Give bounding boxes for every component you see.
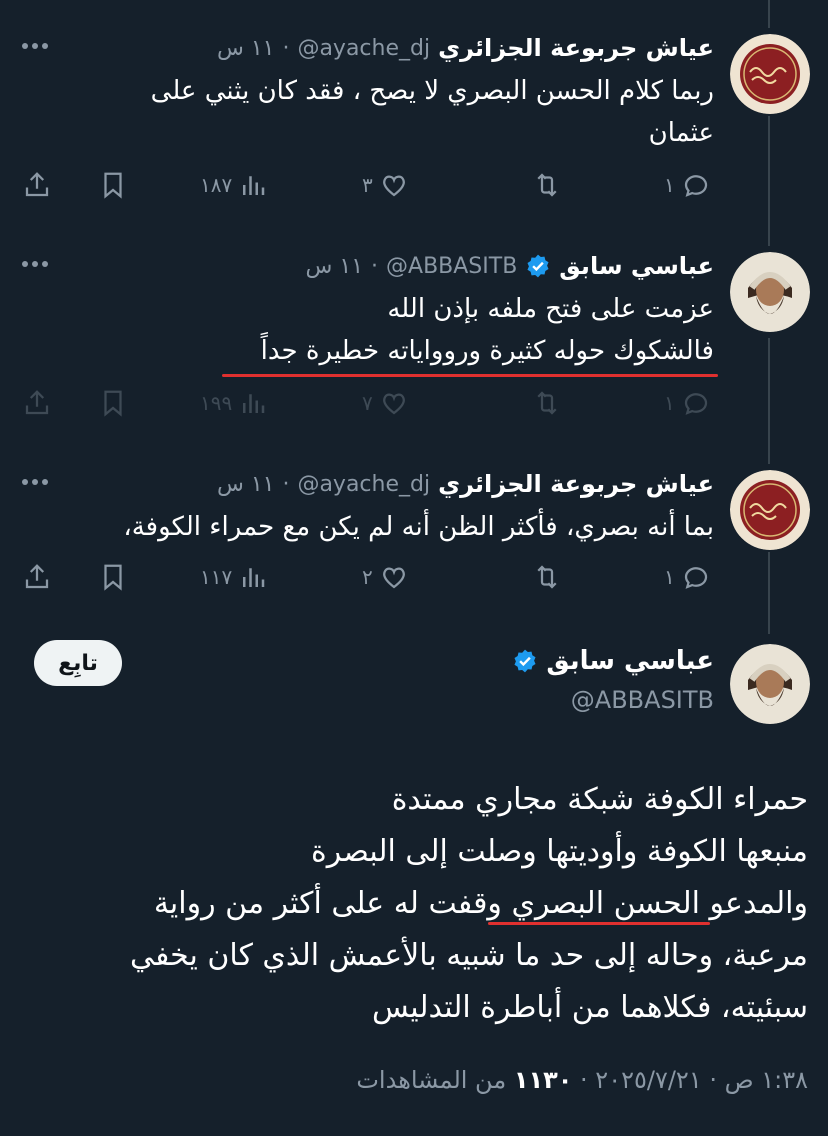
tweet-text: حمراء الكوفة شبكة مجاري ممتدة منبعها الك…: [18, 774, 808, 1034]
separator: ·: [371, 253, 379, 279]
views-icon: [243, 394, 265, 413]
tweet-text-line: عزمت على فتح ملفه بإذن الله: [387, 294, 714, 324]
author-handle[interactable]: @ayache_dj: [297, 472, 430, 497]
share-button[interactable]: [22, 562, 52, 592]
like-count: ٣: [362, 173, 373, 197]
author-name[interactable]: عباسي سابق: [559, 252, 714, 280]
like-icon: [382, 175, 405, 197]
bookmark-button[interactable]: [98, 388, 128, 418]
more-icon[interactable]: [22, 476, 50, 488]
share-icon: [25, 390, 49, 415]
tweet-text-line: بما أنه بصري، فأكثر الظن أنه لم يكن مع ح…: [123, 512, 714, 542]
retweet-button[interactable]: [532, 388, 562, 418]
author-handle[interactable]: @ABBASITB: [386, 254, 517, 279]
verified-icon: [527, 254, 549, 278]
like-count: ٧: [362, 391, 373, 415]
author-name[interactable]: عياش جربوعة الجزائري: [438, 34, 714, 62]
views-total: ١١٣٠: [513, 1066, 573, 1094]
more-icon[interactable]: [22, 258, 50, 270]
views-button[interactable]: ١١٧: [200, 562, 268, 592]
retweet-button[interactable]: [532, 170, 562, 200]
retweet-icon: [537, 173, 557, 197]
retweet-button[interactable]: [532, 562, 562, 592]
timestamp[interactable]: ١١ س: [306, 254, 364, 279]
tweet-text-line: عثمان: [648, 118, 714, 148]
highlight-underline: [488, 922, 710, 925]
avatar[interactable]: [730, 252, 810, 332]
share-button[interactable]: [22, 388, 52, 418]
retweet-icon: [537, 391, 557, 415]
reply-icon: [684, 175, 707, 197]
reply-count: ١: [664, 173, 675, 197]
reply-icon: [684, 567, 707, 589]
tweet-text-line: حمراء الكوفة شبكة مجاري ممتدة: [391, 782, 808, 817]
share-icon: [25, 564, 49, 589]
reply-button[interactable]: ١: [664, 388, 711, 418]
avatar[interactable]: [730, 644, 810, 724]
tweet-datetime[interactable]: ١:٣٨ ص · ٢٠٢٥/٧/٢١ ·: [572, 1066, 808, 1094]
views-count: ١٩٩: [200, 391, 233, 415]
views-icon: [243, 568, 265, 587]
more-icon[interactable]: [22, 40, 50, 52]
reply-tweet[interactable]: عياش جربوعة الجزائري @ayache_dj · ١١ س ب…: [0, 466, 828, 616]
like-button[interactable]: ٧: [362, 388, 409, 418]
tweet-text-line: فالشكوك حوله كثيرة وروواياته خطيرة جداً: [260, 336, 714, 366]
avatar[interactable]: [730, 34, 810, 114]
thread-line: [768, 0, 770, 28]
like-button[interactable]: ٣: [362, 170, 409, 200]
bookmark-icon: [104, 172, 122, 199]
retweet-icon: [537, 565, 557, 589]
like-icon: [382, 567, 405, 589]
reply-tweet[interactable]: عياش جربوعة الجزائري @ayache_dj · ١١ س ر…: [0, 30, 828, 220]
timestamp[interactable]: ١١ س: [217, 472, 275, 497]
views-button[interactable]: ١٨٧: [200, 170, 268, 200]
bookmark-icon: [104, 564, 122, 591]
bookmark-icon: [104, 390, 122, 417]
author-handle[interactable]: @ABBASITB: [571, 686, 714, 714]
views-button[interactable]: ١٩٩: [200, 388, 268, 418]
follow-button[interactable]: تابِع: [34, 640, 122, 686]
tweet-text-line: ربما كلام الحسن البصري لا يصح ، فقد كان …: [150, 76, 714, 106]
author-handle[interactable]: @ayache_dj: [297, 36, 430, 61]
tweet-footer: ١:٣٨ ص · ٢٠٢٥/٧/٢١ · ١١٣٠ من المشاهدات: [356, 1066, 808, 1094]
views-icon: [243, 176, 265, 195]
like-count: ٢: [362, 565, 373, 589]
views-count: ١٨٧: [200, 173, 233, 197]
reply-icon: [684, 393, 707, 415]
bookmark-button[interactable]: [98, 562, 128, 592]
separator: ·: [282, 471, 290, 497]
tweet-text-line: مرعبة، وحاله إلى حد ما شبيه بالأعمش الذي…: [129, 938, 808, 973]
reply-button[interactable]: ١: [664, 562, 711, 592]
separator: ·: [282, 35, 290, 61]
bookmark-button[interactable]: [98, 170, 128, 200]
like-icon: [382, 393, 405, 415]
avatar[interactable]: [730, 470, 810, 550]
share-icon: [25, 172, 49, 197]
views-count: ١١٧: [200, 565, 233, 589]
reply-count: ١: [664, 391, 675, 415]
share-button[interactable]: [22, 170, 52, 200]
reply-button[interactable]: ١: [664, 170, 711, 200]
highlight-underline: [222, 374, 718, 377]
author-name[interactable]: عباسي سابق: [546, 646, 714, 676]
tweet-text-line: سبئيته، فكلاهما من أباطرة التدليس: [372, 990, 808, 1025]
tweet-text-line: منبعها الكوفة وأوديتها وصلت إلى البصرة: [311, 834, 808, 869]
verified-icon: [514, 649, 536, 673]
reply-tweet[interactable]: عباسي سابق @ABBASITB · ١١ س عزمت على فتح…: [0, 248, 828, 438]
like-button[interactable]: ٢: [362, 562, 409, 592]
author-name[interactable]: عياش جربوعة الجزائري: [438, 470, 714, 498]
views-label: من المشاهدات: [356, 1066, 514, 1094]
reply-count: ١: [664, 565, 675, 589]
timestamp[interactable]: ١١ س: [217, 36, 275, 61]
